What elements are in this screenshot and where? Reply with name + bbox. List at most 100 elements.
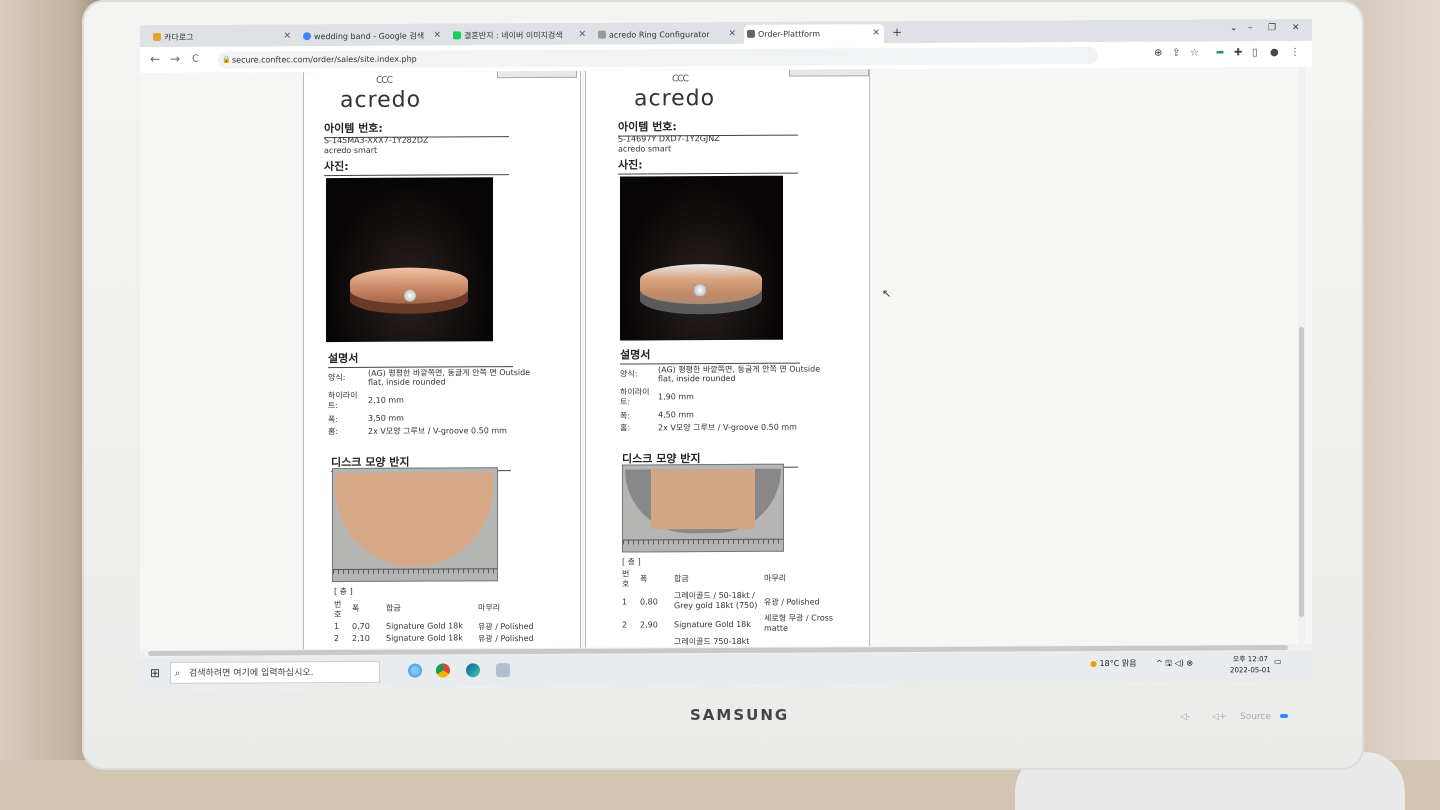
app-icon[interactable] xyxy=(496,663,510,678)
col-header-no-sub: 호 xyxy=(622,579,630,589)
layers-label: [ 층 ] xyxy=(622,557,641,567)
acredo-logo-mark: CCC xyxy=(376,75,392,86)
url-text: secure.conftec.com/order/sales/site.inde… xyxy=(232,54,417,65)
tab-order-platform[interactable]: Order-Plattform ✕ xyxy=(744,24,884,44)
row-width: 2,10 xyxy=(352,633,370,643)
product-line: acredo smart xyxy=(618,144,672,154)
description-label: 설명서 xyxy=(328,349,513,369)
row-finish: 세로형 무광 / Cross matte xyxy=(764,613,834,633)
windows-taskbar: ⊞ ⌕ 검색하려면 여기에 입력하십시오. ● 18°C 맑음 ^ 🖫 ◁) ⊗… xyxy=(140,650,1312,690)
google-favicon-icon xyxy=(303,32,311,41)
spec-key: 홈: xyxy=(620,423,631,433)
notifications-icon[interactable]: ▭ xyxy=(1274,657,1282,666)
row-alloy: Signature Gold 18k xyxy=(386,621,463,631)
reload-button[interactable]: C xyxy=(192,54,199,65)
print-toolbar xyxy=(497,70,577,79)
layers-label: [ 층 ] xyxy=(334,586,353,597)
tab-title: 결혼반지 : 네이버 이미지검색 xyxy=(464,30,563,41)
tab-title: wedding band - Google 검색 xyxy=(314,31,425,42)
col-header-alloy: 합금 xyxy=(386,603,401,613)
page-content: CCC acredo 아이템 번호: S-145MA3-XXX7-1Y282DZ… xyxy=(140,66,1312,651)
new-tab-button[interactable]: + xyxy=(892,25,902,39)
zoom-icon[interactable]: ⊕ xyxy=(1154,48,1162,59)
spec-value-continued: flat, inside rounded xyxy=(368,377,446,387)
mouse-cursor-icon: ↖ xyxy=(882,287,892,301)
tab-title: 카다로그 xyxy=(164,32,194,42)
tab-search-icon[interactable]: ⌄ xyxy=(1230,23,1238,33)
close-tab-icon[interactable]: ✕ xyxy=(728,25,736,44)
tab-google-search[interactable]: wedding band - Google 검색 ✕ xyxy=(300,26,445,46)
ring-photo xyxy=(620,175,783,341)
system-tray-icons[interactable]: ^ 🖫 ◁) ⊗ xyxy=(1156,658,1193,672)
photo-label: 사진: xyxy=(618,155,798,175)
weather-status[interactable]: ● 18°C 맑음 xyxy=(1090,658,1137,669)
forward-button[interactable]: → xyxy=(170,52,180,66)
maximize-button[interactable]: ❐ xyxy=(1268,23,1276,33)
tab-naver-search[interactable]: 결혼반지 : 네이버 이미지검색 ✕ xyxy=(450,26,590,46)
close-window-button[interactable]: ✕ xyxy=(1292,23,1300,33)
princess-diamond-stone xyxy=(694,284,706,297)
side-panel-icon[interactable]: ▯ xyxy=(1252,47,1258,58)
volume-down-icon[interactable]: ◁- xyxy=(1180,712,1190,722)
weather-text: 18°C 맑음 xyxy=(1099,658,1137,669)
weather-widget-icon[interactable] xyxy=(408,663,422,678)
ring-profile-diagram xyxy=(622,463,784,553)
acredo-favicon-icon xyxy=(598,30,606,39)
ring-profile-diagram xyxy=(332,467,498,583)
row-no: 1 xyxy=(334,622,340,632)
power-led xyxy=(1280,714,1288,718)
spec-value: 3,50 mm xyxy=(368,413,404,423)
col-header-width: 폭 xyxy=(352,603,360,613)
extensions-puzzle-icon[interactable]: ✚ xyxy=(1234,47,1242,58)
more-menu-icon[interactable]: ⋮ xyxy=(1290,47,1300,58)
scroll-thumb[interactable] xyxy=(1299,326,1304,617)
screen: 카다로그 ✕ wedding band - Google 검색 ✕ 결혼반지 :… xyxy=(140,18,1312,690)
bookmark-star-icon[interactable]: ☆ xyxy=(1190,48,1199,59)
ring-photo xyxy=(326,177,493,343)
minimize-button[interactable]: – xyxy=(1248,23,1253,33)
back-button[interactable]: ← xyxy=(150,52,160,66)
col-header-alloy: 합금 xyxy=(674,574,689,584)
naver-favicon-icon xyxy=(453,31,461,40)
close-tab-icon[interactable]: ✕ xyxy=(433,26,441,45)
order-platform-favicon-icon xyxy=(747,29,755,38)
spec-value: 2x V모양 그루브 / V-groove 0.50 mm xyxy=(368,426,507,436)
row-finish: 유광 / Polished xyxy=(478,634,534,644)
row-alloy: 그레이골드 / 50-18kt / Grey gold 18kt (750) xyxy=(674,590,758,611)
spec-value: 1,90 mm xyxy=(658,392,694,402)
item-number-value: S-145MA3-XXX7-1Y282DZ xyxy=(324,135,429,146)
clock-time: 오후 12:07 xyxy=(1232,655,1268,664)
row-finish: 유광 / Polished xyxy=(764,597,820,607)
close-tab-icon[interactable]: ✕ xyxy=(872,24,880,43)
close-tab-icon[interactable]: ✕ xyxy=(578,26,586,45)
acredo-logo-mark: CCC xyxy=(672,74,688,85)
taskbar-search-input[interactable]: ⌕ 검색하려면 여기에 입력하십시오. xyxy=(170,660,380,684)
taskbar-clock[interactable]: 오후 12:07 2022-05-01 xyxy=(1230,654,1271,676)
tab-ring-configurator[interactable]: acredo Ring Configurator ✕ xyxy=(595,25,740,45)
profile-gold-layer xyxy=(335,472,493,568)
source-button[interactable]: Source xyxy=(1240,712,1271,722)
url-input[interactable]: 🔒 secure.conftec.com/order/sales/site.in… xyxy=(218,47,1098,69)
row-no: 2 xyxy=(622,620,628,630)
spec-value: 2,10 mm xyxy=(368,395,404,405)
vertical-scrollbar[interactable] xyxy=(1298,66,1305,645)
row-alloy: Signature Gold 18k xyxy=(674,619,751,630)
profile-ruler xyxy=(623,538,783,551)
description-label: 설명서 xyxy=(620,345,800,365)
search-placeholder: 검색하려면 여기에 입력하십시오. xyxy=(189,668,314,679)
chrome-icon[interactable] xyxy=(436,663,450,678)
close-tab-icon[interactable]: ✕ xyxy=(283,27,291,46)
acredo-logo: acredo xyxy=(634,86,716,112)
edge-icon[interactable] xyxy=(466,663,480,678)
share-icon[interactable]: ⇪ xyxy=(1172,48,1180,59)
product-line: acredo smart xyxy=(324,145,378,156)
profile-avatar-icon[interactable]: ● xyxy=(1270,47,1279,58)
windows-start-icon[interactable]: ⊞ xyxy=(150,666,160,680)
row-alloy: Signature Gold 18k xyxy=(386,633,463,643)
profile-ruler xyxy=(333,568,497,581)
extension-arrow-icon[interactable]: ➦ xyxy=(1216,47,1224,58)
clock-date: 2022-05-01 xyxy=(1230,666,1271,675)
volume-up-icon[interactable]: ◁+ xyxy=(1212,712,1226,722)
tab-catalog[interactable]: 카다로그 ✕ xyxy=(150,27,295,47)
photo-label: 사진: xyxy=(324,157,509,177)
